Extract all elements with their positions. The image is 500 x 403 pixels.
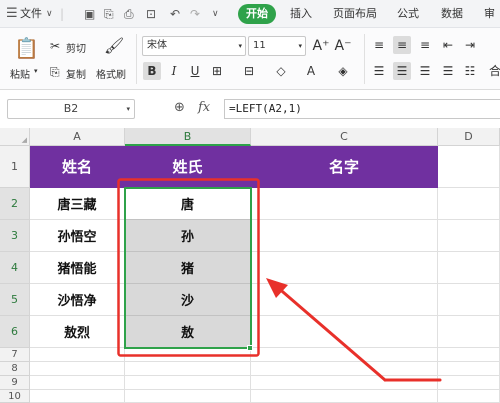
highlight-rectangle (117, 178, 260, 357)
arrow-shaft (274, 284, 387, 382)
annotation-overlay (117, 178, 442, 382)
